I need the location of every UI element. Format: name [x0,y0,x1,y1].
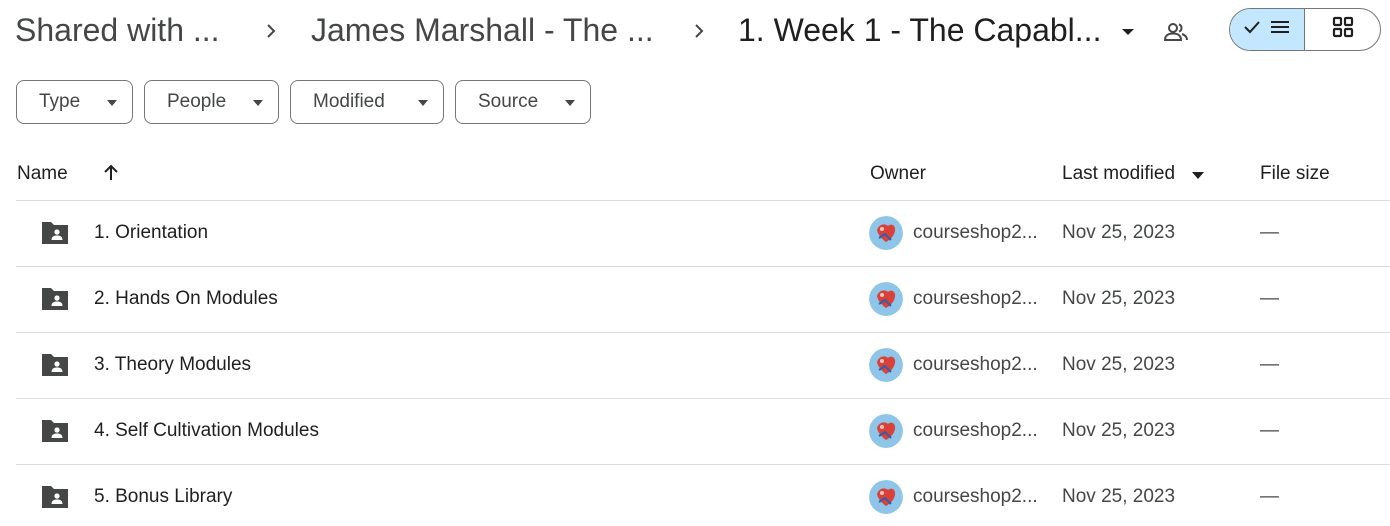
column-header-name[interactable]: Name [17,162,68,186]
caret-down-icon [565,100,575,106]
row-name: 1. Orientation [94,222,209,243]
breadcrumb: Shared with ... James Marshall - The ...… [0,0,1390,64]
table-row[interactable]: 3. Theory Modules courseshop2... Nov 25,… [16,332,1390,398]
row-name: 3. Theory Modules [94,354,252,375]
row-last-modified: Nov 25, 2023 [1062,420,1176,441]
filter-type[interactable]: Type [16,80,133,124]
filter-type-label: Type [39,91,81,112]
breadcrumb-shared-with-me[interactable]: Shared with ... [15,10,220,50]
breadcrumb-current-folder[interactable]: 1. Week 1 - The Capabl... [738,10,1101,50]
filter-source-label: Source [478,91,539,112]
row-name: 5. Bonus Library [94,486,233,507]
row-file-size: — [1260,354,1279,375]
user-avatar [869,282,903,316]
column-header-file-size[interactable]: File size [1260,162,1330,186]
row-file-size: — [1260,222,1279,243]
row-file-size: — [1260,420,1279,441]
filter-modified-label: Modified [313,91,385,112]
user-avatar [869,480,903,514]
row-owner: courseshop2... [913,486,1038,507]
people-icon[interactable] [1162,18,1190,46]
user-avatar [869,348,903,382]
row-name: 2. Hands On Modules [94,288,278,309]
filter-modified[interactable]: Modified [290,80,444,124]
shared-folder-icon [42,288,68,310]
row-last-modified: Nov 25, 2023 [1062,288,1176,309]
row-last-modified: Nov 25, 2023 [1062,486,1176,507]
row-file-size: — [1260,288,1279,309]
caret-down-icon[interactable] [1116,20,1140,44]
shared-folder-icon [42,486,68,508]
caret-down-icon [253,100,263,106]
user-avatar [869,216,903,250]
chevron-right-icon [262,19,282,43]
shared-folder-icon [42,354,68,376]
grid-view-button[interactable] [1305,9,1380,50]
filter-people-label: People [167,91,227,112]
shared-folder-icon [42,420,68,442]
caret-down-icon [418,100,428,106]
caret-down-icon[interactable] [1190,168,1206,180]
breadcrumb-parent-folder[interactable]: James Marshall - The ... [311,10,654,50]
row-name: 4. Self Cultivation Modules [94,420,319,441]
caret-down-icon [107,100,117,106]
row-owner: courseshop2... [913,420,1038,441]
shared-folder-icon [42,222,68,244]
view-toggle [1229,8,1381,51]
table-row[interactable]: 5. Bonus Library courseshop2... Nov 25, … [16,464,1390,526]
table-row[interactable]: 2. Hands On Modules courseshop2... Nov 2… [16,266,1390,332]
user-avatar [869,414,903,448]
table-row[interactable]: 1. Orientation courseshop2... Nov 25, 20… [16,200,1390,266]
chevron-right-icon [690,19,710,43]
list-icon [1269,18,1291,41]
checkmark-icon [1243,18,1265,41]
filter-source[interactable]: Source [455,80,591,124]
grid-icon [1332,16,1354,43]
row-owner: courseshop2... [913,288,1038,309]
row-owner: courseshop2... [913,222,1038,243]
column-header-owner[interactable]: Owner [870,162,926,186]
column-header-last-modified[interactable]: Last modified [1062,162,1175,186]
arrow-up-icon[interactable] [99,161,123,185]
row-file-size: — [1260,486,1279,507]
filter-people[interactable]: People [144,80,279,124]
row-last-modified: Nov 25, 2023 [1062,222,1176,243]
row-owner: courseshop2... [913,354,1038,375]
list-view-button[interactable] [1230,9,1305,50]
table-row[interactable]: 4. Self Cultivation Modules courseshop2.… [16,398,1390,464]
row-last-modified: Nov 25, 2023 [1062,354,1176,375]
